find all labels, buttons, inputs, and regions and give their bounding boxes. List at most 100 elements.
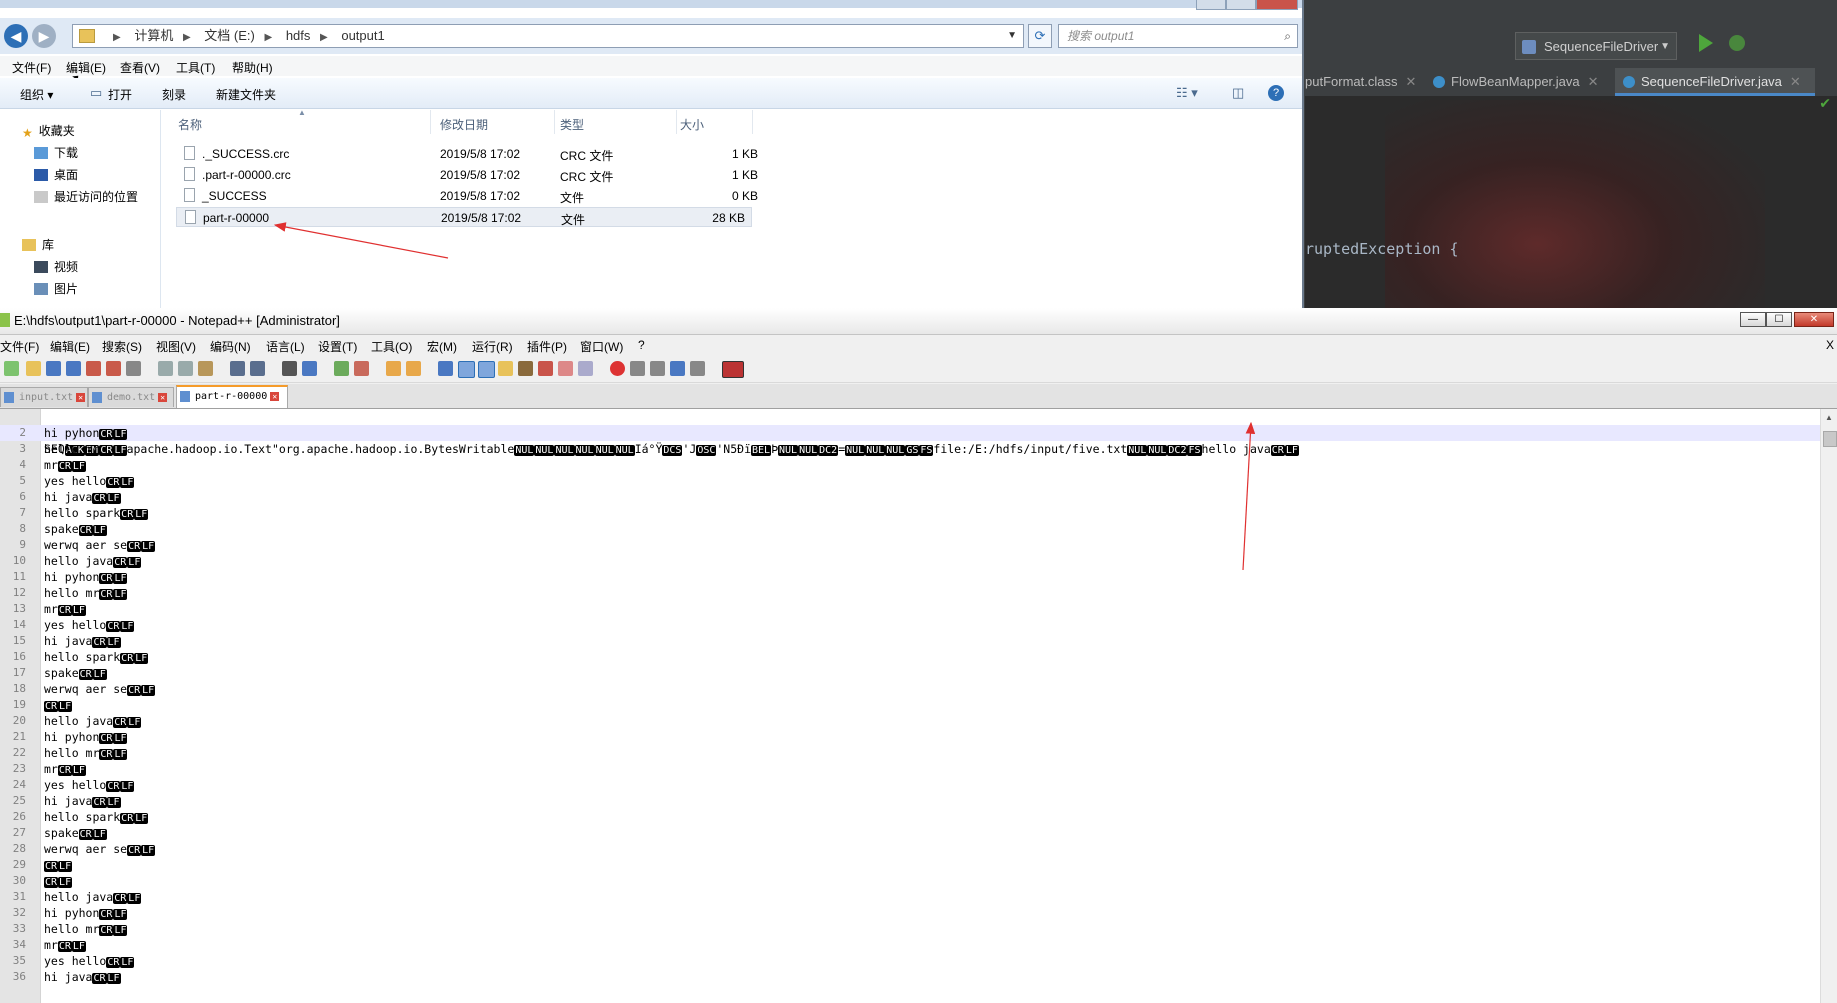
menu-tools[interactable]: 工具(O) — [371, 338, 412, 355]
sync-v-icon[interactable] — [386, 361, 401, 376]
close-button[interactable]: ✕ — [1794, 312, 1834, 327]
forward-button[interactable]: ▶ — [32, 24, 56, 48]
spellcheck-icon[interactable] — [722, 361, 744, 378]
ide-tab-inputformat[interactable]: putFormat.class ✕ — [1305, 68, 1416, 96]
burn-button[interactable]: 刻录 — [162, 86, 186, 103]
scrollbar-thumb[interactable] — [1823, 431, 1837, 447]
close-button[interactable] — [1256, 0, 1298, 10]
debug-icon[interactable] — [1729, 35, 1745, 51]
menu-file[interactable]: 文件(F) — [12, 59, 51, 76]
maximize-button[interactable] — [1226, 0, 1256, 10]
close-file-icon[interactable] — [86, 361, 101, 376]
column-separator[interactable] — [676, 110, 677, 134]
column-header-name[interactable]: 名称 — [178, 116, 202, 133]
copy-icon[interactable] — [178, 361, 193, 376]
monitor-icon[interactable] — [578, 361, 593, 376]
open-button[interactable]: 打开 — [108, 86, 132, 103]
redo-icon[interactable] — [250, 361, 265, 376]
doc-map-icon[interactable] — [518, 361, 533, 376]
nav-recent[interactable]: 最近访问的位置 — [34, 188, 138, 205]
show-all-chars-icon[interactable] — [458, 361, 475, 378]
find-icon[interactable] — [282, 361, 297, 376]
indent-guide-icon[interactable] — [478, 361, 495, 378]
nav-pictures[interactable]: 图片 — [34, 280, 78, 297]
run-macro-multiple-icon[interactable] — [670, 361, 685, 376]
breadcrumb-computer[interactable]: 计算机 — [134, 28, 173, 43]
chevron-down-icon[interactable]: ▼ — [1007, 25, 1017, 47]
paste-icon[interactable] — [198, 361, 213, 376]
menu-encoding[interactable]: 编码(N) — [210, 338, 251, 355]
nav-favorites[interactable]: ★ 收藏夹 — [22, 122, 75, 140]
zoom-in-icon[interactable] — [334, 361, 349, 376]
nav-libraries[interactable]: 库 — [22, 236, 54, 253]
menu-settings[interactable]: 设置(T) — [318, 338, 357, 355]
breadcrumb-hdfs[interactable]: hdfs — [286, 28, 311, 43]
column-header-modified[interactable]: 修改日期 — [440, 116, 488, 133]
address-bar[interactable]: ▶ 计算机 ▶ 文档 (E:) ▶ hdfs ▶ output1 ▼ — [72, 24, 1024, 48]
menu-view[interactable]: 视图(V) — [156, 338, 196, 355]
menu-run[interactable]: 运行(R) — [472, 338, 513, 355]
close-icon[interactable]: ✕ — [1588, 74, 1599, 89]
cut-icon[interactable] — [158, 361, 173, 376]
function-list-icon[interactable] — [538, 361, 553, 376]
breadcrumb-output1[interactable]: output1 — [341, 28, 384, 43]
undo-icon[interactable] — [230, 361, 245, 376]
column-separator[interactable] — [554, 110, 555, 134]
stop-macro-icon[interactable] — [630, 361, 645, 376]
file-row-selected[interactable]: part-r-00000 2019/5/8 17:02 文件 28 KB — [176, 207, 752, 227]
print-icon[interactable] — [126, 361, 141, 376]
organize-button[interactable]: 组织 ▾ — [20, 86, 53, 103]
udl-icon[interactable] — [498, 361, 513, 376]
menu-tools[interactable]: 工具(T) — [176, 59, 215, 76]
close-tab-icon[interactable]: ✕ — [76, 393, 86, 402]
scroll-up-icon[interactable]: ▲ — [1825, 413, 1833, 422]
wrap-icon[interactable] — [438, 361, 453, 376]
file-row[interactable]: _SUCCESS 2019/5/8 17:02 文件 0 KB — [176, 186, 912, 206]
search-input[interactable]: 搜索 output1 ⌕ — [1058, 24, 1298, 48]
menu-edit[interactable]: 编辑(E) — [50, 338, 90, 355]
save-macro-icon[interactable] — [690, 361, 705, 376]
menu-file[interactable]: 文件(F) — [0, 338, 39, 355]
replace-icon[interactable] — [302, 361, 317, 376]
menu-help[interactable]: 帮助(H) — [232, 59, 273, 76]
ide-tab-sequencefiledriver[interactable]: SequenceFileDriver.java ✕ — [1615, 68, 1815, 96]
preview-pane-icon[interactable]: ◫ — [1232, 85, 1244, 101]
close-tab-icon[interactable]: ✕ — [270, 392, 280, 401]
menu-window[interactable]: 窗口(W) — [580, 338, 623, 355]
tab-part-r-00000[interactable]: part-r-00000 ✕ — [176, 385, 288, 408]
help-icon[interactable]: ? — [1268, 85, 1284, 101]
folder-workspace-icon[interactable] — [558, 361, 573, 376]
refresh-button[interactable]: ⟳ — [1028, 24, 1052, 48]
vertical-scrollbar[interactable]: ▲ — [1820, 409, 1837, 1003]
tab-input-txt[interactable]: input.txt ✕ — [0, 387, 88, 407]
close-icon[interactable]: ✕ — [1405, 74, 1416, 89]
save-icon[interactable] — [46, 361, 61, 376]
close-tab-icon[interactable]: ✕ — [158, 393, 168, 402]
close-icon[interactable]: ✕ — [1790, 74, 1801, 89]
run-icon[interactable] — [1699, 34, 1713, 52]
search-icon[interactable]: ⌕ — [1284, 25, 1291, 47]
nav-downloads[interactable]: 下载 — [34, 144, 78, 161]
nav-videos[interactable]: 视频 — [34, 258, 78, 275]
record-macro-icon[interactable] — [610, 361, 625, 376]
column-separator[interactable] — [752, 110, 753, 134]
menu-help[interactable]: ? — [638, 338, 645, 352]
new-file-icon[interactable] — [4, 361, 19, 376]
maximize-button[interactable]: ☐ — [1766, 312, 1792, 327]
close-document-button[interactable]: X — [1826, 338, 1834, 352]
nav-desktop[interactable]: 桌面 — [34, 166, 78, 183]
menu-macro[interactable]: 宏(M) — [427, 338, 457, 355]
minimize-button[interactable]: — — [1740, 312, 1766, 327]
back-button[interactable]: ◀ — [4, 24, 28, 48]
menu-language[interactable]: 语言(L) — [266, 338, 305, 355]
menu-search[interactable]: 搜索(S) — [102, 338, 142, 355]
menu-view[interactable]: 查看(V) — [120, 59, 160, 76]
save-all-icon[interactable] — [66, 361, 81, 376]
open-file-icon[interactable] — [26, 361, 41, 376]
ide-tab-flowbeanmapper[interactable]: FlowBeanMapper.java ✕ — [1425, 68, 1623, 96]
play-macro-icon[interactable] — [650, 361, 665, 376]
file-row[interactable]: .part-r-00000.crc 2019/5/8 17:02 CRC 文件 … — [176, 165, 912, 185]
column-header-type[interactable]: 类型 — [560, 116, 584, 133]
run-config-dropdown[interactable]: SequenceFileDriver ▼ — [1515, 32, 1677, 60]
file-row[interactable]: ._SUCCESS.crc 2019/5/8 17:02 CRC 文件 1 KB — [176, 144, 912, 164]
